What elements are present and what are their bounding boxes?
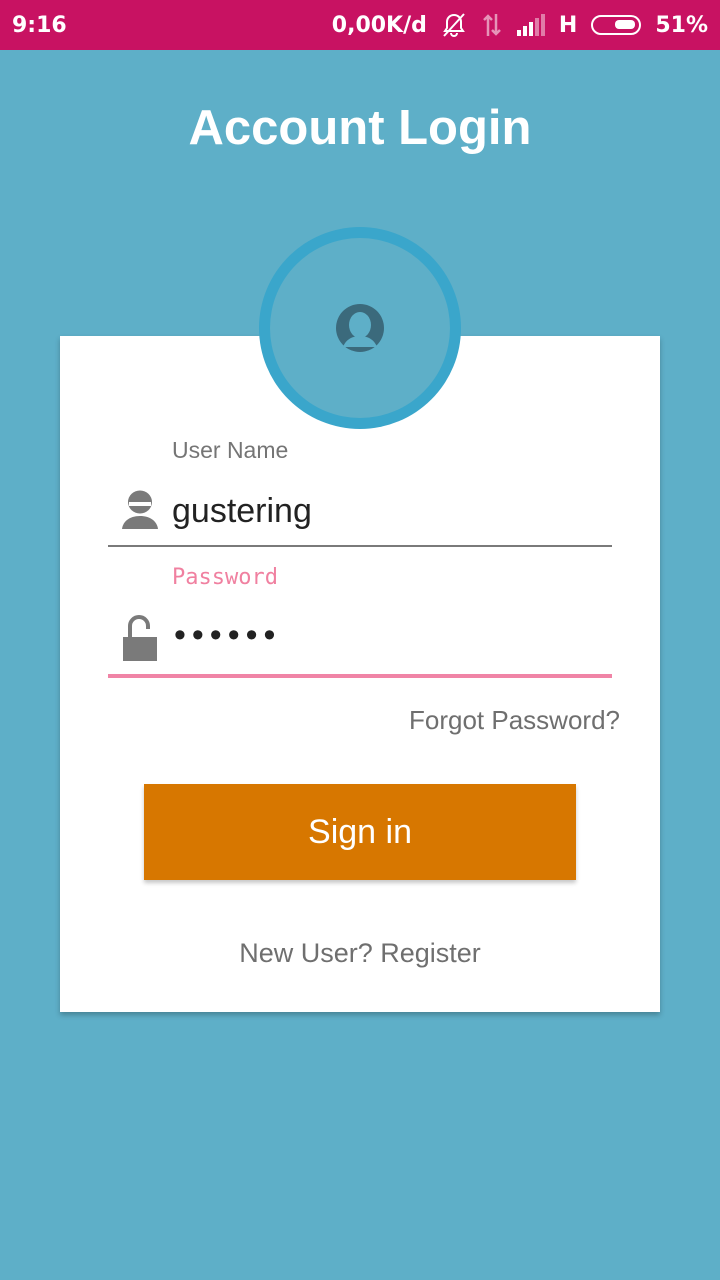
net-speed: 0,00K/d xyxy=(331,12,427,38)
status-time: 9:16 xyxy=(12,12,67,38)
network-type: H xyxy=(558,12,578,38)
username-underline xyxy=(108,545,612,547)
user-icon xyxy=(121,490,159,535)
signal-icon xyxy=(516,14,545,36)
user-avatar-icon xyxy=(336,304,384,352)
password-input[interactable]: •••••• xyxy=(174,616,281,655)
avatar xyxy=(259,227,461,429)
forgot-password-link[interactable]: Forgot Password? xyxy=(409,705,620,736)
page-title: Account Login xyxy=(188,101,532,155)
data-transfer-icon xyxy=(481,12,503,38)
password-underline xyxy=(108,674,612,678)
password-label: Password xyxy=(172,565,278,590)
mute-notification-icon xyxy=(441,12,467,38)
battery-percent: 51% xyxy=(655,12,708,38)
status-icons: 0,00K/d H 51% xyxy=(332,12,708,38)
sign-in-button[interactable]: Sign in xyxy=(144,784,576,880)
username-label: User Name xyxy=(172,437,289,463)
login-card: User Name gustering Password •••••• Forg… xyxy=(60,336,660,1012)
battery-icon xyxy=(591,15,642,35)
status-bar: 9:16 0,00K/d H 51% xyxy=(0,0,720,50)
unlocked-padlock-icon xyxy=(122,615,158,666)
register-link[interactable]: New User? Register xyxy=(60,938,660,969)
username-input[interactable]: gustering xyxy=(172,492,312,531)
